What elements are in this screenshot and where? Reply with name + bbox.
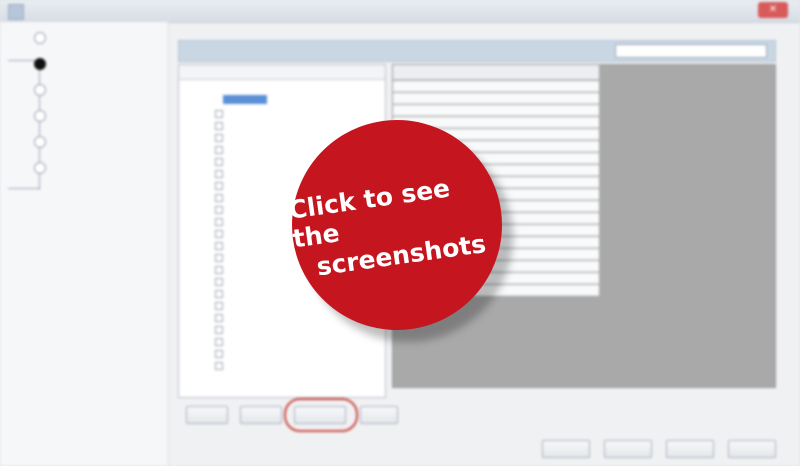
tree-item[interactable]: [215, 253, 227, 262]
tree-item[interactable]: [215, 337, 227, 346]
checkbox[interactable]: [215, 289, 223, 298]
tree-item[interactable]: [215, 361, 227, 370]
highlight-ring: [284, 398, 358, 432]
checkbox[interactable]: [215, 313, 223, 322]
checkbox[interactable]: [215, 181, 223, 190]
tree-item[interactable]: [215, 145, 227, 154]
wizard-step-4[interactable]: [34, 110, 56, 122]
tree-filter-dropdown[interactable]: [179, 65, 385, 80]
finish-branch: [8, 188, 40, 189]
checkbox[interactable]: [215, 133, 223, 142]
checkbox[interactable]: [215, 337, 223, 346]
step-dot-icon: [34, 162, 46, 174]
tree-item[interactable]: [215, 349, 227, 358]
tree-item[interactable]: [215, 241, 227, 250]
checkbox[interactable]: [215, 229, 223, 238]
tree-item[interactable]: [215, 181, 227, 190]
tree-item[interactable]: [215, 169, 227, 178]
checkbox[interactable]: [215, 325, 223, 334]
checkbox[interactable]: [215, 253, 223, 262]
checkbox[interactable]: [215, 145, 223, 154]
step-dot-icon: [34, 110, 46, 122]
tree-item[interactable]: [215, 133, 227, 142]
tree-item[interactable]: [215, 193, 227, 202]
wizard-step-1[interactable]: [34, 32, 56, 44]
wizard-steps-panel: [0, 22, 169, 466]
tree-item[interactable]: [215, 277, 227, 286]
checkbox[interactable]: [215, 157, 223, 166]
step-dot-icon: [34, 58, 46, 70]
step-dot-icon: [34, 136, 46, 148]
grid-header: [393, 65, 599, 80]
back-button[interactable]: [542, 440, 590, 458]
wizard-step-6[interactable]: [34, 162, 56, 174]
checkbox[interactable]: [215, 217, 223, 226]
tree-button-2[interactable]: [240, 406, 282, 424]
checkbox[interactable]: [215, 361, 223, 370]
checkbox[interactable]: [215, 301, 223, 310]
tree-item[interactable]: [215, 301, 227, 310]
finish-button[interactable]: [666, 440, 714, 458]
checkbox[interactable]: [215, 109, 223, 118]
step-dot-icon: [34, 32, 46, 44]
search-input[interactable]: [615, 44, 767, 58]
checkbox[interactable]: [215, 193, 223, 202]
wizard-step-2[interactable]: [34, 58, 56, 70]
wizard-step-5[interactable]: [34, 136, 56, 148]
tree-item[interactable]: [215, 217, 227, 226]
wizard-step-3[interactable]: [34, 84, 56, 96]
table-row[interactable]: [393, 81, 599, 92]
table-row[interactable]: [393, 105, 599, 116]
tree-item[interactable]: [215, 121, 227, 130]
table-row[interactable]: [393, 93, 599, 104]
tree-item[interactable]: [215, 289, 227, 298]
cancel-button[interactable]: [728, 440, 776, 458]
tree-item[interactable]: [215, 109, 227, 118]
tree-item[interactable]: [215, 157, 227, 166]
section-header-bar: [178, 40, 776, 62]
close-button[interactable]: ✕: [758, 2, 788, 18]
step-dot-icon: [34, 84, 46, 96]
checkbox[interactable]: [215, 169, 223, 178]
tree-item[interactable]: [215, 205, 227, 214]
app-icon: [8, 4, 24, 20]
checkbox[interactable]: [215, 205, 223, 214]
next-button[interactable]: [604, 440, 652, 458]
checkbox[interactable]: [215, 277, 223, 286]
tree-item[interactable]: [215, 325, 227, 334]
checkbox[interactable]: [215, 349, 223, 358]
tree-item[interactable]: [215, 265, 227, 274]
selected-tree-node[interactable]: [223, 95, 267, 104]
checkbox[interactable]: [215, 265, 223, 274]
tree-item[interactable]: [215, 229, 227, 238]
checkbox[interactable]: [215, 121, 223, 130]
title-bar: ✕: [0, 0, 800, 23]
tree-button-1[interactable]: [186, 406, 228, 424]
tree-item[interactable]: [215, 313, 227, 322]
tree-button-4[interactable]: [360, 406, 398, 424]
checkbox[interactable]: [215, 241, 223, 250]
